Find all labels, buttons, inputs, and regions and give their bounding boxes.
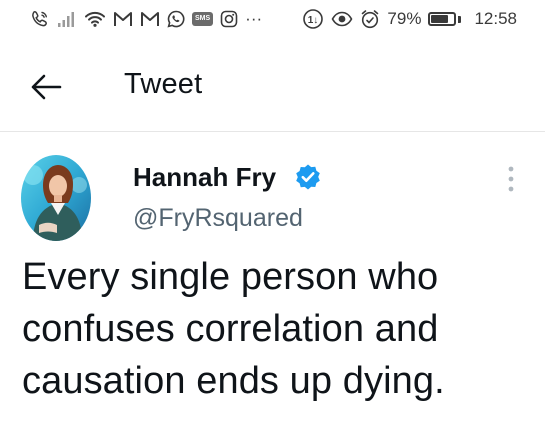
more-vertical-icon[interactable]	[499, 163, 523, 195]
header-divider	[0, 131, 545, 132]
gmail-icon	[113, 11, 133, 27]
author-handle[interactable]: @FryRsquared	[133, 204, 303, 233]
status-time: 12:58	[474, 9, 517, 28]
status-left: SMS ···	[30, 9, 262, 29]
author-name[interactable]: Hannah Fry	[133, 162, 276, 193]
svg-text:1↓: 1↓	[308, 15, 319, 26]
tweet-header: Tweet	[0, 58, 545, 114]
status-bar: SMS ··· 1↓ 79% 12:58	[0, 0, 545, 38]
gmail-icon	[140, 11, 160, 27]
alarm-icon	[360, 9, 380, 29]
battery-percent: 79%	[387, 9, 422, 28]
tweet-text: Every single person who confuses correla…	[22, 256, 445, 402]
more-dots-icon: ···	[245, 9, 263, 28]
instagram-icon	[220, 10, 238, 28]
signal-bars-icon	[57, 10, 77, 28]
phone-call-icon	[30, 9, 50, 29]
battery-fill	[431, 15, 449, 23]
status-right: 1↓ 79% 12:58	[302, 8, 517, 30]
data-saver-icon: 1↓	[302, 8, 324, 30]
verified-badge-icon	[294, 163, 322, 191]
page-title: Tweet	[124, 68, 203, 100]
battery-tip	[458, 15, 462, 23]
whatsapp-icon	[167, 10, 185, 28]
avatar[interactable]	[21, 155, 91, 241]
tweet-screen: SMS ··· 1↓ 79% 12:58 Tweet Hannah Fry @F…	[0, 0, 545, 422]
sms-icon: SMS	[192, 12, 214, 26]
battery-icon	[428, 12, 457, 26]
eye-icon	[331, 11, 353, 27]
arrow-left-icon[interactable]	[30, 74, 62, 100]
wifi-icon	[84, 10, 106, 28]
